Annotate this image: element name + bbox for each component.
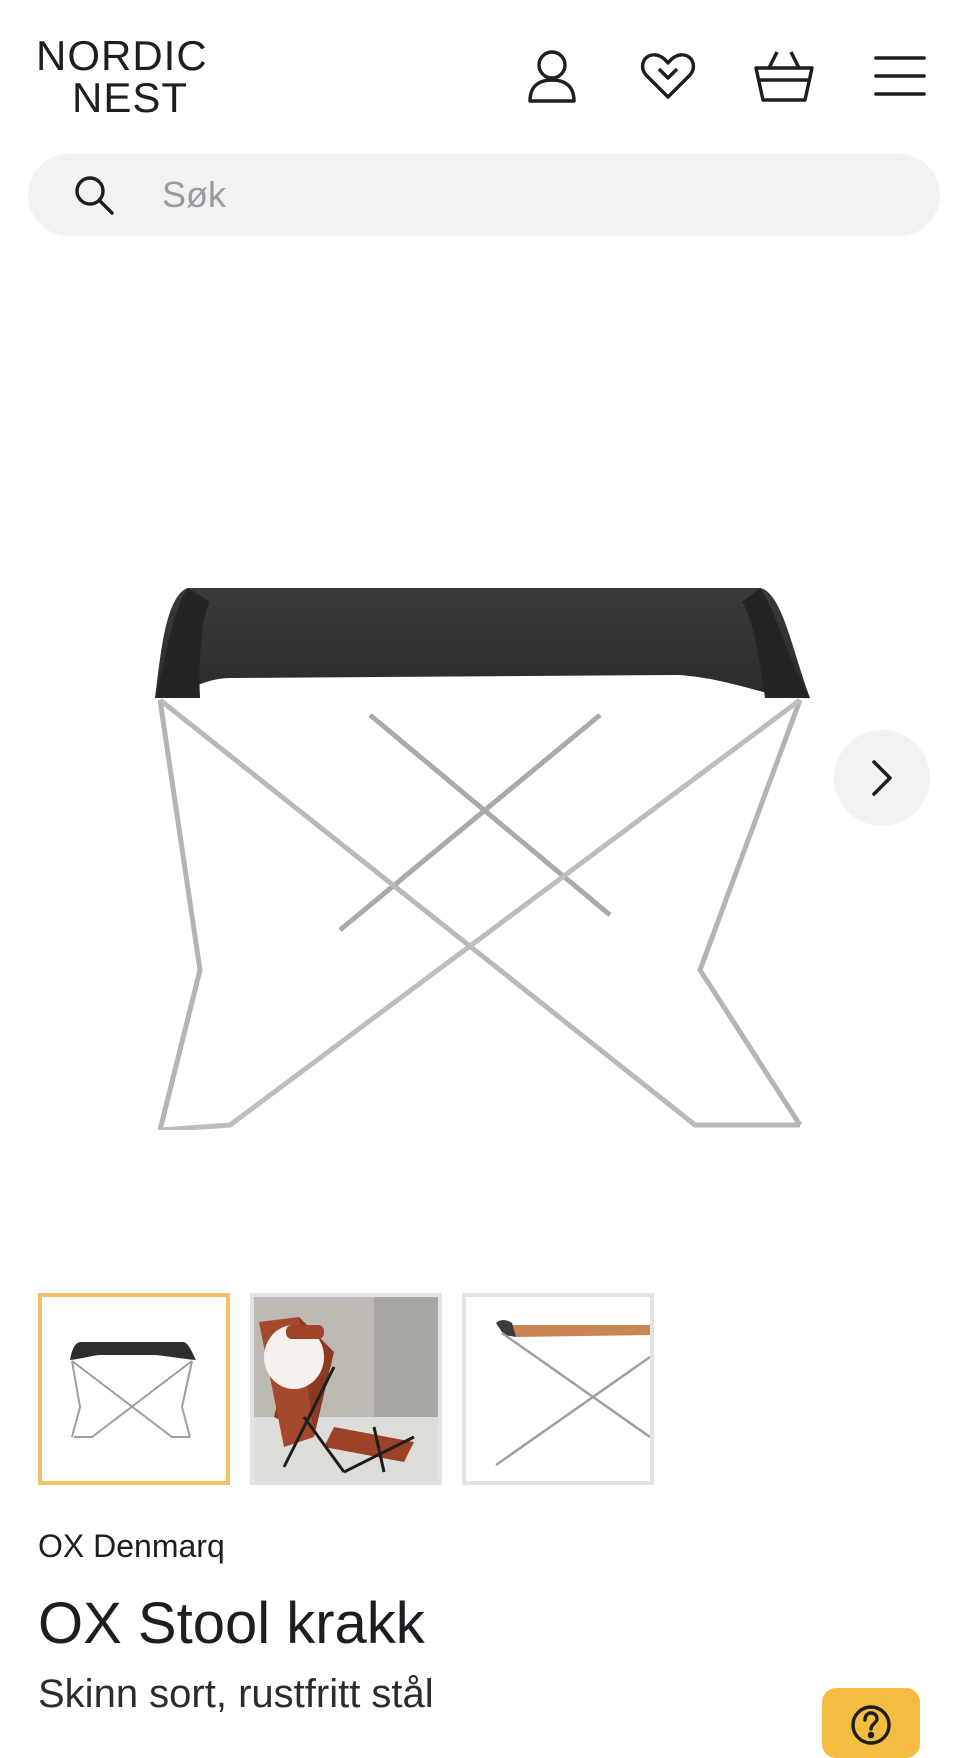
site-header: NORDIC NEST — [0, 0, 960, 150]
wishlist-button[interactable] — [636, 44, 700, 108]
menu-button[interactable] — [868, 44, 932, 108]
product-brand-link[interactable]: OX Denmarq — [38, 1528, 225, 1565]
product-variant: Skinn sort, rustfritt stål — [38, 1672, 434, 1716]
thumbnail-stool-black-image — [70, 1342, 196, 1438]
search-input[interactable] — [160, 164, 864, 226]
account-icon — [528, 50, 576, 103]
account-button[interactable] — [520, 44, 584, 108]
basket-button[interactable] — [752, 44, 816, 108]
help-button[interactable] — [822, 1688, 920, 1758]
nordic-nest-logo[interactable]: NORDIC NEST — [36, 34, 226, 124]
search-bar[interactable] — [28, 154, 940, 236]
menu-icon — [874, 56, 926, 96]
search-icon — [70, 171, 118, 219]
logo-line-2: NEST — [72, 74, 189, 121]
basket-icon — [754, 51, 814, 102]
thumbnail-stool-cognac-image — [495, 1320, 650, 1467]
thumbnail-3[interactable] — [462, 1293, 654, 1485]
thumbnail-butterfly-chair-image — [254, 1297, 438, 1481]
chevron-right-icon — [872, 760, 892, 796]
thumbnail-2[interactable] — [250, 1293, 442, 1485]
thumbnail-1-selected[interactable] — [38, 1293, 230, 1485]
product-main-image[interactable] — [120, 570, 960, 1130]
product-title: OX Stool krakk — [38, 1591, 425, 1656]
gallery-next-button[interactable] — [834, 730, 930, 826]
help-question-icon — [851, 1705, 891, 1745]
wishlist-heart-icon — [640, 53, 696, 99]
logo-line-1: NORDIC — [36, 32, 208, 79]
